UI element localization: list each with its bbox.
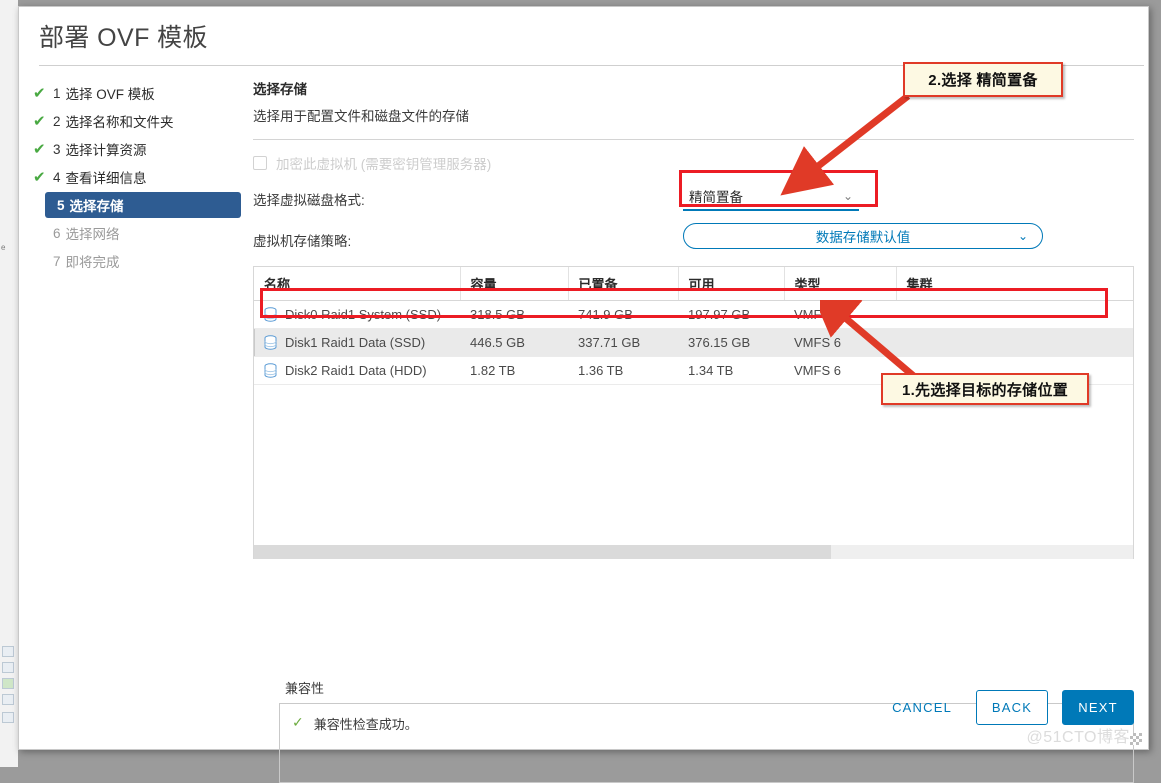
encrypt-vm-label: 加密此虚拟机 (需要密钥管理服务器)	[276, 157, 492, 172]
sidebar-item-select-ovf-template[interactable]: ✔ 1 选择 OVF 模板	[25, 80, 247, 106]
step-number: 2	[53, 113, 61, 129]
watermark-badge-icon	[1130, 733, 1142, 745]
step-number: 6	[53, 225, 61, 241]
compatibility-message: 兼容性检查成功。	[313, 717, 418, 732]
storage-policy-select[interactable]: 数据存储默认值 ⌄	[683, 223, 1043, 249]
storage-policy-value: 数据存储默认值	[815, 230, 911, 245]
step-label: 选择名称和文件夹	[65, 115, 174, 130]
check-icon: ✔	[33, 112, 46, 130]
storage-policy-row: 虚拟机存储策略: 数据存储默认值 ⌄	[253, 223, 1134, 250]
highlight-box-disk-format	[679, 170, 878, 207]
cell-free: 1.34 TB	[678, 356, 784, 385]
sidebar-item-select-name-and-folder[interactable]: ✔ 2 选择名称和文件夹	[25, 108, 247, 134]
table-horizontal-scrollbar[interactable]	[254, 545, 1133, 559]
datastore-name: Disk2 Raid1 Data (HDD)	[285, 363, 427, 378]
step-number: 5	[57, 197, 65, 213]
step-number: 1	[53, 85, 61, 101]
sidebar-item-review-details[interactable]: ✔ 4 查看详细信息	[25, 164, 247, 190]
dialog-footer: CANCEL BACK NEXT	[882, 690, 1134, 725]
step-label: 选择计算资源	[65, 143, 147, 158]
step-label: 即将完成	[65, 255, 120, 270]
table-row[interactable]: Disk1 Raid1 Data (SSD) 446.5 GB 337.71 G…	[254, 328, 1133, 357]
cell-name: Disk2 Raid1 Data (HDD)	[254, 356, 460, 385]
check-icon: ✔	[33, 140, 46, 158]
next-button[interactable]: NEXT	[1062, 690, 1134, 725]
select-storage-panel: 选择存储 选择用于配置文件和磁盘文件的存储 加密此虚拟机 (需要密钥管理服务器)…	[247, 66, 1148, 662]
check-icon: ✔	[33, 84, 46, 102]
step-label: 选择 OVF 模板	[65, 87, 155, 102]
panel-subheading: 选择用于配置文件和磁盘文件的存储	[253, 109, 469, 124]
check-icon: ✓	[292, 714, 304, 730]
encrypt-vm-checkbox[interactable]	[253, 156, 267, 170]
sidebar-item-select-storage[interactable]: 5 选择存储	[45, 192, 241, 218]
scrollbar-thumb[interactable]	[254, 545, 831, 559]
datastore-name: Disk1 Raid1 Data (SSD)	[285, 335, 426, 350]
cell-type: VMFS 6	[784, 356, 896, 385]
highlight-box-selected-datastore	[260, 288, 1108, 318]
check-icon: ✔	[33, 168, 46, 186]
background-app-strip: e	[0, 0, 18, 767]
cell-capacity: 446.5 GB	[460, 328, 568, 357]
storage-policy-label: 虚拟机存储策略:	[253, 234, 352, 249]
step-label: 选择网络	[65, 227, 120, 242]
wizard-steps: ✔ 1 选择 OVF 模板 ✔ 2 选择名称和文件夹 ✔ 3 选择计算资源 ✔ …	[19, 66, 247, 662]
panel-divider	[253, 139, 1134, 140]
chevron-down-icon: ⌄	[1017, 229, 1028, 243]
page-title: 部署 OVF 模板	[39, 24, 208, 52]
step-number: 3	[53, 141, 61, 157]
cell-provisioned: 1.36 TB	[568, 356, 678, 385]
back-button[interactable]: BACK	[976, 690, 1048, 725]
cell-free: 376.15 GB	[678, 328, 784, 357]
annotation-callout-2: 2.选择 精简置备	[903, 62, 1063, 97]
cancel-button[interactable]: CANCEL	[882, 690, 962, 725]
dialog-header: 部署 OVF 模板	[19, 7, 1148, 66]
cell-cluster	[896, 328, 1133, 357]
datastore-table: 名称 容量 已置备 可用 类型 集群 Disk0 Raid1 System (S…	[254, 267, 1133, 385]
step-number: 4	[53, 169, 61, 185]
sidebar-item-select-compute-resource[interactable]: ✔ 3 选择计算资源	[25, 136, 247, 162]
step-label: 查看详细信息	[65, 171, 147, 186]
cell-capacity: 1.82 TB	[460, 356, 568, 385]
cell-type: VMFS 6	[784, 328, 896, 357]
step-number: 7	[53, 253, 61, 269]
cell-provisioned: 337.71 GB	[568, 328, 678, 357]
sidebar-item-ready-to-complete[interactable]: 7 即将完成	[25, 248, 247, 274]
datastore-icon	[264, 335, 277, 350]
background-text: e	[1, 243, 6, 252]
dialog-body: ✔ 1 选择 OVF 模板 ✔ 2 选择名称和文件夹 ✔ 3 选择计算资源 ✔ …	[19, 66, 1148, 662]
disk-format-label: 选择虚拟磁盘格式:	[253, 193, 365, 208]
step-label: 选择存储	[69, 199, 124, 214]
datastore-icon	[264, 363, 277, 378]
watermark: @51CTO博客	[1026, 729, 1130, 746]
sidebar-item-select-networks[interactable]: 6 选择网络	[25, 220, 247, 246]
cell-name: Disk1 Raid1 Data (SSD)	[254, 328, 460, 357]
annotation-callout-1: 1.先选择目标的存储位置	[881, 373, 1089, 405]
